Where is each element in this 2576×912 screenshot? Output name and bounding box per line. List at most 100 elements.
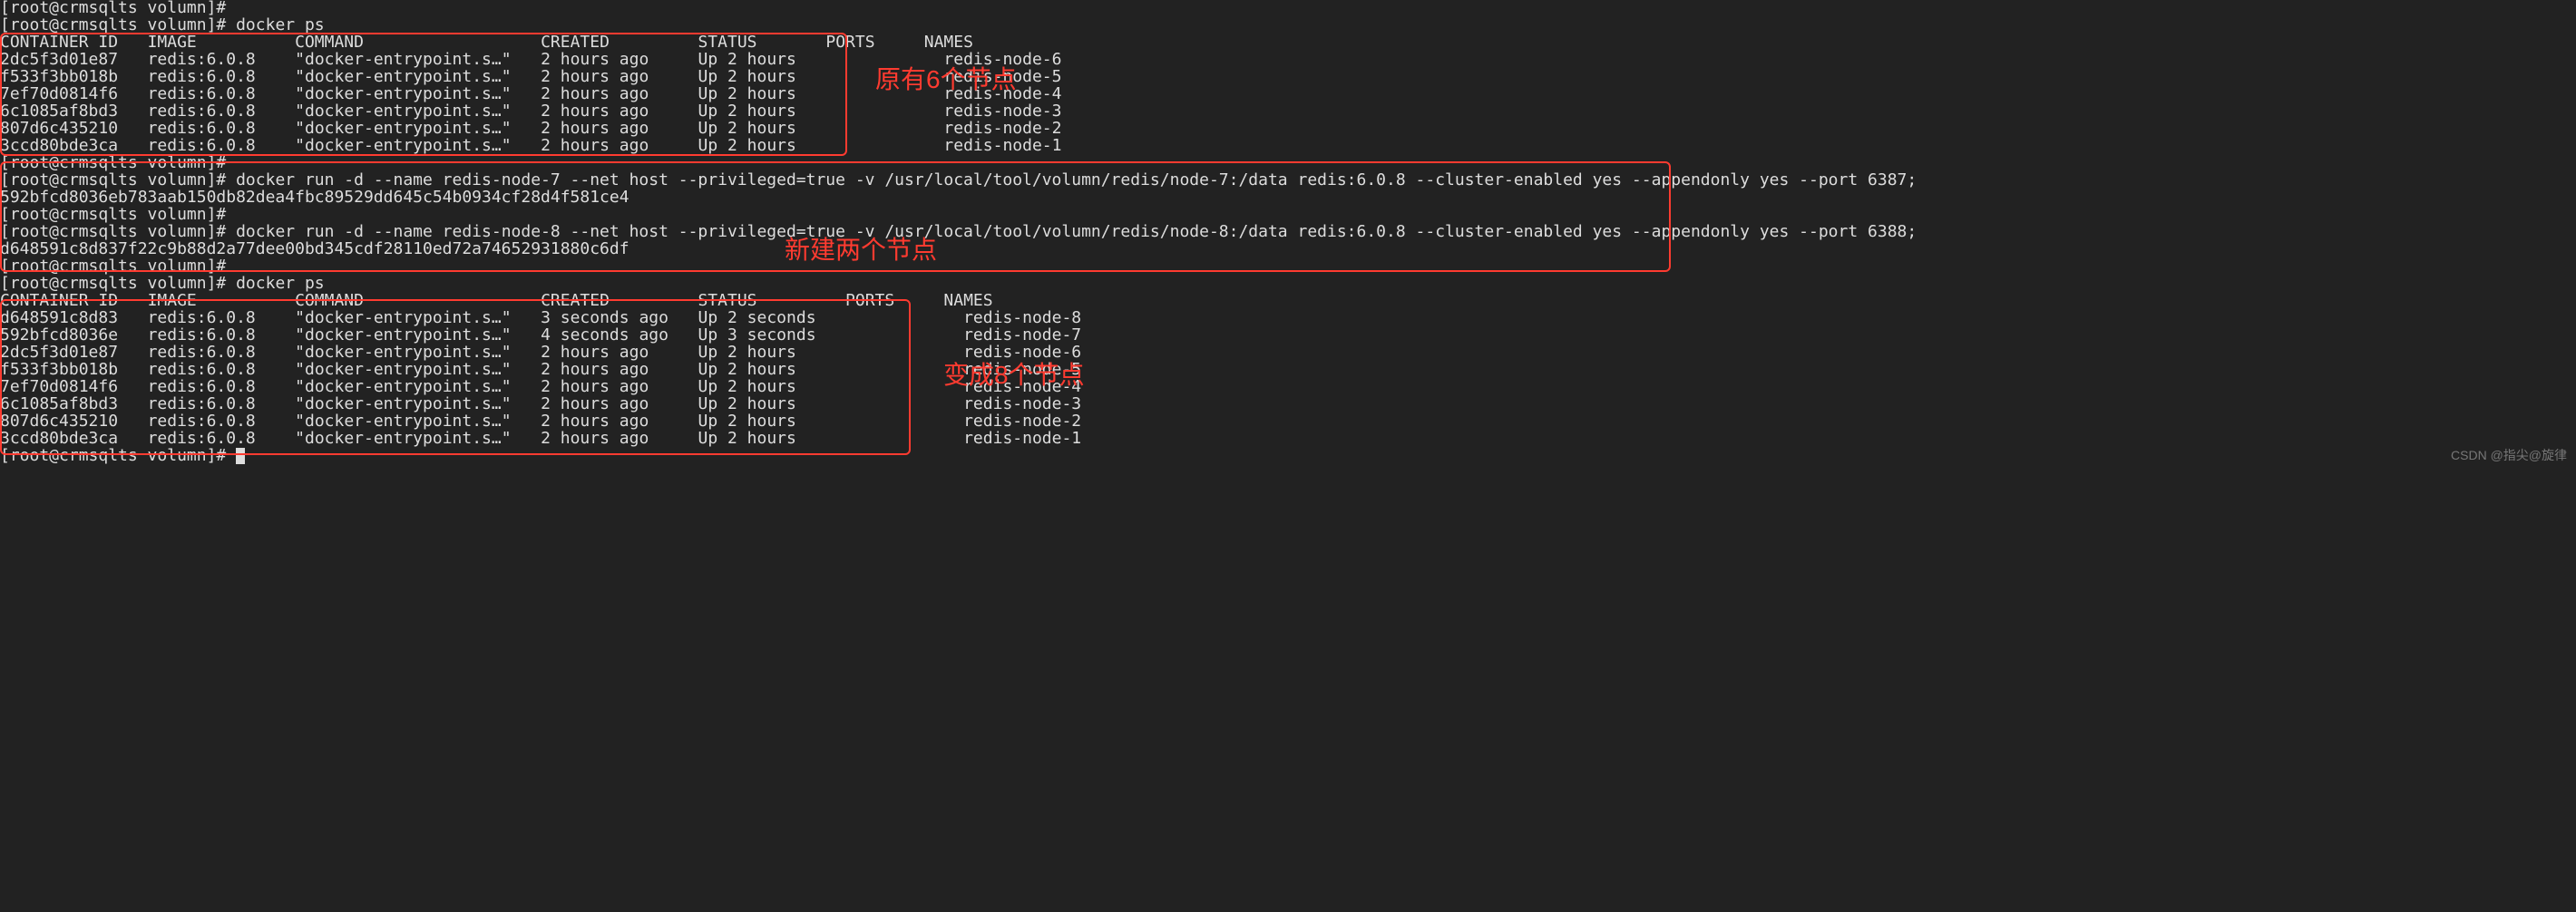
cell-image: redis:6.0.8: [148, 325, 256, 344]
prompt: [root@crmsqlts volumn]#: [0, 153, 226, 172]
cell-cmd: "docker-entrypoint.s…": [295, 360, 511, 379]
cell-id: 6c1085af8bd3: [0, 394, 118, 413]
cell-cmd: "docker-entrypoint.s…": [295, 343, 511, 362]
cell-created: 2 hours ago: [541, 429, 649, 448]
col-container-id: CONTAINER ID: [0, 291, 118, 310]
cell-status: Up 2 hours: [698, 412, 795, 431]
cell-names: redis-node-5: [963, 360, 1081, 379]
cell-image: redis:6.0.8: [148, 360, 256, 379]
cell-cmd: "docker-entrypoint.s…": [295, 325, 511, 344]
cell-created: 2 hours ago: [541, 360, 649, 379]
cell-names: redis-node-3: [943, 102, 1061, 121]
prompt-line: [root@crmsqlts volumn]#: [0, 0, 2576, 17]
prompt: [root@crmsqlts volumn]#: [0, 170, 226, 189]
cell-id: 7ef70d0814f6: [0, 377, 118, 396]
cell-names: redis-node-7: [963, 325, 1081, 344]
cell-cmd: "docker-entrypoint.s…": [295, 102, 511, 121]
cell-image: redis:6.0.8: [148, 394, 256, 413]
cell-id: d648591c8d83: [0, 308, 118, 327]
cell-cmd: "docker-entrypoint.s…": [295, 394, 511, 413]
cell-created: 2 hours ago: [541, 377, 649, 396]
col-created: CREATED: [541, 291, 610, 310]
cell-id: 592bfcd8036e: [0, 325, 118, 344]
output-hash: 592bfcd8036eb783aab150db82dea4fbc89529dd…: [0, 189, 2576, 207]
cell-image: redis:6.0.8: [148, 412, 256, 431]
cursor-icon: [236, 448, 245, 464]
prompt-line: [root@crmsqlts volumn]#: [0, 258, 2576, 276]
command-docker-run-7: docker run -d --name redis-node-7 --net …: [236, 170, 1917, 189]
col-status: STATUS: [698, 291, 756, 310]
cell-id: f533f3bb018b: [0, 67, 118, 86]
cell-image: redis:6.0.8: [148, 50, 256, 69]
prompt: [root@crmsqlts volumn]#: [0, 205, 226, 224]
cell-cmd: "docker-entrypoint.s…": [295, 84, 511, 103]
prompt: [root@crmsqlts volumn]#: [0, 446, 226, 465]
cell-status: Up 2 hours: [698, 377, 795, 396]
cell-names: redis-node-2: [943, 119, 1061, 138]
cell-created: 2 hours ago: [541, 412, 649, 431]
cell-id: 6c1085af8bd3: [0, 102, 118, 121]
col-ports: PORTS: [845, 291, 894, 310]
cell-status: Up 2 hours: [698, 360, 795, 379]
col-names: NAMES: [924, 33, 973, 52]
cell-names: redis-node-6: [943, 50, 1061, 69]
cell-id: 3ccd80bde3ca: [0, 136, 118, 155]
cell-image: redis:6.0.8: [148, 119, 256, 138]
cell-names: redis-node-6: [963, 343, 1081, 362]
cell-status: Up 2 hours: [698, 429, 795, 448]
cell-status: Up 2 hours: [698, 84, 795, 103]
cell-status: Up 2 hours: [698, 67, 795, 86]
cell-id: 807d6c435210: [0, 412, 118, 431]
cell-cmd: "docker-entrypoint.s…": [295, 50, 511, 69]
cell-created: 3 seconds ago: [541, 308, 668, 327]
col-status: STATUS: [698, 33, 756, 52]
prompt: [root@crmsqlts volumn]#: [0, 222, 226, 241]
prompt: [root@crmsqlts volumn]#: [0, 257, 226, 276]
cell-status: Up 2 hours: [698, 102, 795, 121]
cell-cmd: "docker-entrypoint.s…": [295, 67, 511, 86]
cell-status: Up 2 hours: [698, 394, 795, 413]
table-row: 3ccd80bde3ca redis:6.0.8 "docker-entrypo…: [0, 138, 2576, 155]
cell-status: Up 2 hours: [698, 343, 795, 362]
cell-names: redis-node-2: [963, 412, 1081, 431]
col-command: COMMAND: [295, 33, 364, 52]
cell-cmd: "docker-entrypoint.s…": [295, 377, 511, 396]
cell-names: redis-node-4: [963, 377, 1081, 396]
output-hash: d648591c8d837f22c9b88d2a77dee00bd345cdf2…: [0, 241, 2576, 258]
hash-node-8: d648591c8d837f22c9b88d2a77dee00bd345cdf2…: [0, 239, 629, 258]
cell-names: redis-node-4: [943, 84, 1061, 103]
prompt: [root@crmsqlts volumn]#: [0, 274, 226, 293]
cell-cmd: "docker-entrypoint.s…": [295, 308, 511, 327]
cell-image: redis:6.0.8: [148, 84, 256, 103]
cell-id: 2dc5f3d01e87: [0, 50, 118, 69]
command-docker-ps: docker ps: [236, 274, 325, 293]
cell-names: redis-node-3: [963, 394, 1081, 413]
cell-names: redis-node-1: [943, 136, 1061, 155]
cell-created: 2 hours ago: [541, 50, 649, 69]
cell-created: 2 hours ago: [541, 343, 649, 362]
cell-image: redis:6.0.8: [148, 343, 256, 362]
col-container-id: CONTAINER ID: [0, 33, 118, 52]
col-names: NAMES: [943, 291, 992, 310]
col-command: COMMAND: [295, 291, 364, 310]
command-docker-ps: docker ps: [236, 15, 325, 34]
cell-cmd: "docker-entrypoint.s…": [295, 136, 511, 155]
cell-image: redis:6.0.8: [148, 67, 256, 86]
cell-cmd: "docker-entrypoint.s…": [295, 429, 511, 448]
cell-status: Up 3 seconds: [698, 325, 815, 344]
cell-image: redis:6.0.8: [148, 102, 256, 121]
terminal[interactable]: [root@crmsqlts volumn]# [root@crmsqlts v…: [0, 0, 2576, 465]
cell-names: redis-node-1: [963, 429, 1081, 448]
cell-cmd: "docker-entrypoint.s…": [295, 412, 511, 431]
cell-image: redis:6.0.8: [148, 136, 256, 155]
cell-created: 4 seconds ago: [541, 325, 668, 344]
cell-names: redis-node-8: [963, 308, 1081, 327]
cell-image: redis:6.0.8: [148, 308, 256, 327]
col-image: IMAGE: [148, 291, 197, 310]
col-created: CREATED: [541, 33, 610, 52]
cell-status: Up 2 hours: [698, 136, 795, 155]
cell-id: 3ccd80bde3ca: [0, 429, 118, 448]
col-ports: PORTS: [825, 33, 874, 52]
cell-created: 2 hours ago: [541, 67, 649, 86]
prompt-line-active[interactable]: [root@crmsqlts volumn]#: [0, 448, 2576, 465]
